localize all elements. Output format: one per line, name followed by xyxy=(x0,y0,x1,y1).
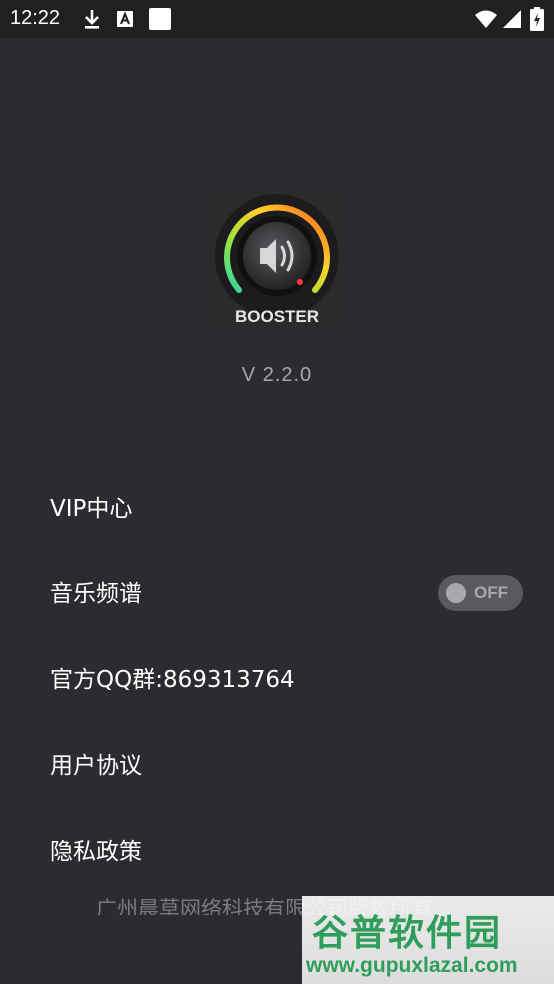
notification-square-icon xyxy=(149,8,171,30)
download-icon xyxy=(85,10,99,29)
toggle-knob xyxy=(446,583,466,603)
music-spectrum-toggle[interactable]: OFF xyxy=(438,575,523,611)
privacy-policy-item[interactable]: 隐私政策 xyxy=(50,827,530,877)
booster-logo-icon: BOOSTER xyxy=(208,192,346,330)
logo-text: BOOSTER xyxy=(235,307,319,326)
toggle-state-label: OFF xyxy=(474,583,508,602)
status-time: 12:22 xyxy=(10,7,61,29)
app-version: V 2.2.0 xyxy=(241,364,313,386)
wifi-icon xyxy=(475,10,497,28)
signal-icon xyxy=(503,10,521,28)
watermark-title: 谷普软件园 xyxy=(312,913,503,954)
site-watermark: 谷普软件园 www.gupuxlazal.com xyxy=(302,896,554,984)
app-logo: BOOSTER xyxy=(208,192,346,330)
user-agreement-item[interactable]: 用户协议 xyxy=(50,741,530,791)
watermark-url: www.gupuxlazal.com xyxy=(306,954,518,977)
status-bar: 12:22 xyxy=(0,0,554,38)
font-a-icon xyxy=(117,11,133,27)
vip-center-item[interactable]: VIP中心 xyxy=(50,484,530,534)
battery-charging-icon xyxy=(530,7,544,31)
qq-group-item[interactable]: 官方QQ群:869313764 xyxy=(50,655,530,705)
